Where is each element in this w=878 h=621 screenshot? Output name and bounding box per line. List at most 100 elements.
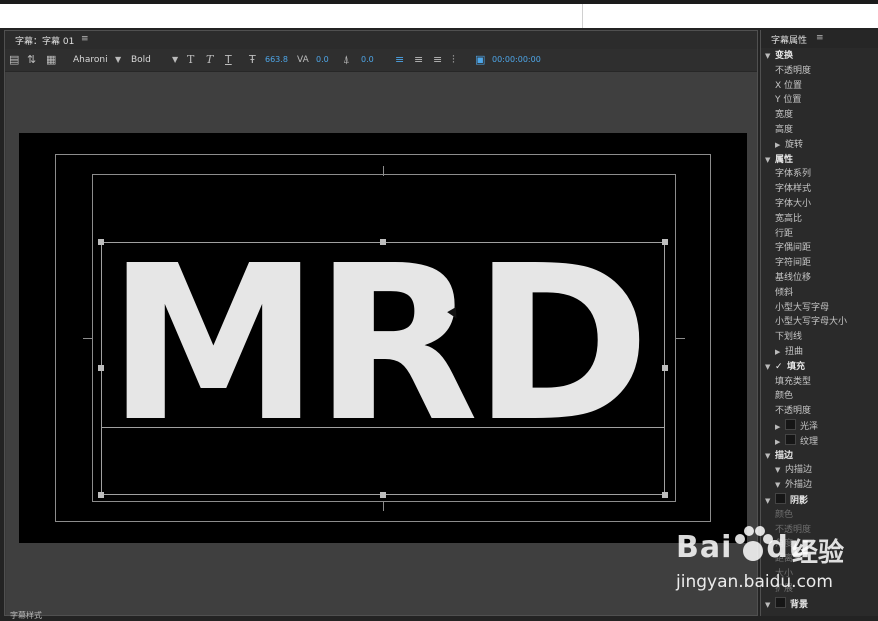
panel-menu-icon[interactable]: ≡	[81, 34, 89, 44]
checkbox-unchecked[interactable]	[775, 493, 786, 504]
property-row-7[interactable]: ▶ 旋转	[775, 138, 803, 152]
title-workarea: MRD	[6, 72, 757, 615]
property-label: Y 位置	[775, 95, 802, 106]
property-row-29[interactable]: ▼ 内描边	[775, 463, 812, 477]
font-style-select[interactable]: Bold	[131, 53, 151, 67]
expand-arrow-icon[interactable]: ▼	[765, 153, 775, 167]
property-row-15[interactable]: 字符间距	[775, 256, 811, 270]
font-family-select[interactable]: Aharoni	[73, 53, 108, 67]
title-canvas[interactable]: MRD	[19, 133, 747, 543]
property-row-26[interactable]: ▶ 光泽	[775, 419, 818, 433]
property-row-13[interactable]: 行距	[775, 227, 793, 241]
property-row-21[interactable]: ▶ 扭曲	[775, 345, 803, 359]
properties-title[interactable]: 字幕属性	[771, 33, 807, 46]
handle-bottom-left[interactable]	[98, 492, 104, 498]
italic-icon[interactable]: T	[206, 53, 213, 67]
property-row-11[interactable]: 字体大小	[775, 197, 811, 211]
property-row-31[interactable]: ▼ 阴影	[765, 493, 808, 507]
expand-arrow-icon[interactable]: ▼	[765, 449, 775, 463]
property-label: 属性	[775, 154, 794, 165]
property-row-4[interactable]: Y 位置	[775, 93, 801, 107]
property-label: 填充类型	[775, 376, 812, 387]
collapse-arrow-icon[interactable]: ▶	[775, 420, 785, 434]
tab-stops-icon[interactable]: ⫶	[452, 53, 455, 67]
property-label: 内描边	[785, 465, 813, 476]
timecode-value[interactable]: 00:00:00:00	[492, 53, 541, 67]
property-row-30[interactable]: ▼ 外描边	[775, 478, 812, 492]
property-label: 宽度	[775, 110, 794, 121]
property-row-1[interactable]: ▼ 变换	[765, 49, 793, 63]
handle-top-left[interactable]	[98, 239, 104, 245]
expand-arrow-icon[interactable]: ▼	[765, 494, 775, 508]
property-row-2[interactable]: 不透明度	[775, 64, 811, 78]
panel-header: 字幕：字幕 01 ≡	[5, 31, 757, 49]
property-row-19[interactable]: 小型大写字母大小	[775, 315, 847, 329]
property-row-3[interactable]: X 位置	[775, 79, 802, 93]
property-row-22[interactable]: ▼ ✓ 填充	[765, 360, 805, 374]
expand-arrow-icon[interactable]: ▼	[765, 360, 775, 374]
top-bar-divider	[582, 4, 583, 28]
property-row-9[interactable]: 字体系列	[775, 167, 811, 181]
show-background-video-icon[interactable]: ▣	[475, 53, 485, 67]
roll-crawl-icon[interactable]: ⇅	[27, 53, 36, 67]
property-label: 旋转	[785, 139, 804, 150]
property-row-16[interactable]: 基线位移	[775, 271, 811, 285]
property-label: 不透明度	[775, 406, 812, 417]
property-row-20[interactable]: 下划线	[775, 330, 802, 344]
handle-bottom-center[interactable]	[380, 492, 386, 498]
center-tick-top	[383, 166, 384, 176]
align-left-icon[interactable]: ≡	[395, 53, 404, 67]
property-row-5[interactable]: 宽度	[775, 108, 793, 122]
property-row-27[interactable]: ▶ 纹理	[775, 433, 818, 449]
property-row-23[interactable]: 填充类型	[775, 375, 811, 389]
property-label: 外描边	[785, 480, 813, 491]
handle-top-right[interactable]	[662, 239, 668, 245]
property-label: 背景	[790, 599, 809, 610]
property-label: 字体系列	[775, 169, 812, 180]
bold-icon[interactable]: T	[187, 53, 194, 67]
property-label: 描边	[775, 450, 794, 461]
checkbox-checked-icon[interactable]: ✓	[775, 360, 784, 374]
align-right-icon[interactable]: ≡	[433, 53, 442, 67]
panel-title[interactable]: 字幕：字幕 01	[15, 34, 74, 47]
collapse-arrow-icon[interactable]: ▶	[775, 345, 785, 359]
checkbox-unchecked[interactable]	[785, 433, 796, 445]
new-title-icon[interactable]: ▤	[9, 53, 19, 67]
property-row-24[interactable]: 颜色	[775, 389, 793, 403]
text-bounding-box[interactable]	[101, 242, 665, 495]
font-style-caret-icon[interactable]: ▼	[172, 53, 178, 67]
property-row-12[interactable]: 宽高比	[775, 212, 802, 226]
property-label: 字偶间距	[775, 243, 812, 254]
expand-arrow-icon[interactable]: ▼	[775, 463, 785, 477]
underline-icon[interactable]: T	[225, 53, 232, 67]
handle-top-center[interactable]	[380, 239, 386, 245]
property-row-10[interactable]: 字体样式	[775, 182, 811, 196]
align-center-icon[interactable]: ≡	[414, 53, 423, 67]
leading-value[interactable]: 0.0	[361, 53, 374, 67]
property-label: 行距	[775, 228, 794, 239]
checkbox-unchecked[interactable]	[785, 419, 796, 430]
property-label: 宽高比	[775, 213, 803, 224]
properties-menu-icon[interactable]: ≡	[816, 33, 824, 43]
collapse-arrow-icon[interactable]: ▶	[775, 435, 785, 449]
property-row-28[interactable]: ▼ 描边	[765, 449, 793, 463]
handle-bottom-right[interactable]	[662, 492, 668, 498]
top-white-bar	[0, 4, 878, 28]
tracking-value[interactable]: 0.0	[316, 53, 329, 67]
property-row-25[interactable]: 不透明度	[775, 404, 811, 418]
font-size-value[interactable]: 663.8	[265, 53, 288, 67]
property-row-14[interactable]: 字偶间距	[775, 241, 811, 255]
property-label: 不透明度	[775, 65, 812, 76]
handle-middle-right[interactable]	[662, 365, 668, 371]
property-row-6[interactable]: 高度	[775, 123, 793, 137]
expand-arrow-icon[interactable]: ▼	[775, 478, 785, 492]
property-row-18[interactable]: 小型大写字母	[775, 301, 829, 315]
font-family-caret-icon[interactable]: ▼	[115, 53, 121, 67]
expand-arrow-icon[interactable]: ▼	[765, 49, 775, 63]
collapse-arrow-icon[interactable]: ▶	[775, 138, 785, 152]
property-row-17[interactable]: 倾斜	[775, 286, 793, 300]
property-label: 填充	[787, 361, 806, 372]
template-icon[interactable]: ▦	[46, 53, 56, 67]
property-row-8[interactable]: ▼ 属性	[765, 153, 793, 167]
handle-middle-left[interactable]	[98, 365, 104, 371]
